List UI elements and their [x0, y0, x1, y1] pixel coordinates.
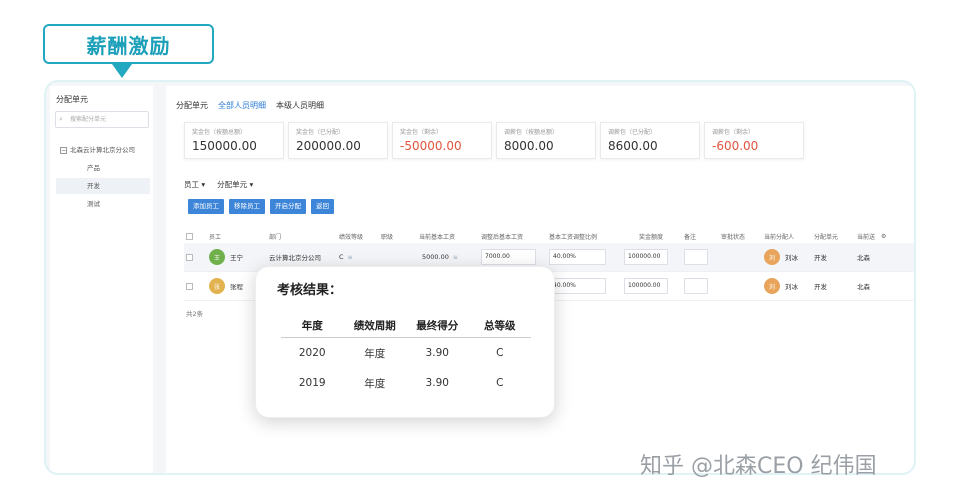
card-value: 8600.00	[608, 139, 658, 153]
avatar: 王	[209, 249, 225, 265]
card-label: 奖金包（已分配）	[296, 129, 345, 136]
search-icon: ⌕	[59, 115, 63, 123]
sidebar: 分配单元 ⌕ 搜索配分单元 − 北森云计算北京分公司 产品 开发 测试	[50, 86, 153, 473]
card-value: -600.00	[712, 139, 759, 153]
avatar: 刘	[764, 278, 780, 294]
tab-allocation-units[interactable]: 分配单元	[176, 100, 208, 111]
summary-card: 调薪包（剩余） -600.00	[704, 122, 804, 159]
appraisal-row: 2019 年度 3.90 C	[281, 368, 531, 398]
filter-bar: 员工 ▾ 分配单元 ▾	[184, 179, 253, 190]
watermark: 知乎 @北森CEO 纪伟国	[640, 454, 877, 479]
action-buttons: 添加员工 移除员工 开启分配 返回	[188, 199, 334, 214]
assignee-name: 刘冰	[785, 283, 798, 291]
year: 2020	[298, 347, 326, 359]
summary-card: 调薪包（已分配） 8600.00	[600, 122, 700, 159]
appraisal-table-header: 年度 绩效周期 最终得分 总等级	[281, 314, 531, 338]
avatar: 张	[209, 278, 225, 294]
banner-pointer	[112, 64, 132, 78]
card-label: 奖金包（按额总额）	[192, 129, 247, 136]
col-period: 绩效周期	[353, 320, 396, 332]
summary-card: 奖金包（已分配） 200000.00	[288, 122, 388, 159]
destination: 北森	[857, 254, 870, 262]
current-salary: 5000.00	[422, 253, 449, 261]
grade: C	[339, 253, 344, 261]
search-placeholder: 搜索配分单元	[70, 116, 107, 123]
adjust-ratio-input[interactable]: 40.00%	[549, 278, 606, 294]
banner-title: 薪酬激励	[86, 33, 171, 58]
col-final-score: 最终得分	[416, 320, 459, 332]
summary-card: 调薪包（按额总额） 8000.00	[496, 122, 596, 159]
remarks-input[interactable]	[684, 249, 708, 265]
tree-item-test[interactable]: 测试	[56, 196, 150, 212]
tree-root-node[interactable]: − 北森云计算北京分公司	[60, 144, 135, 154]
overall-grade: C	[496, 377, 504, 389]
summary-cards: 奖金包（按额总额） 150000.00 奖金包（已分配） 200000.00 奖…	[184, 122, 804, 159]
unit-filter-dropdown[interactable]: 分配单元 ▾	[217, 179, 253, 190]
adjusted-salary-input[interactable]: 7000.00	[481, 249, 536, 265]
tab-all-staff[interactable]: 全部人员明细	[218, 100, 266, 111]
allocation-unit: 开发	[814, 283, 827, 291]
detail-icon[interactable]: ≡	[453, 254, 458, 261]
sidebar-search-input[interactable]: ⌕ 搜索配分单元	[55, 111, 149, 128]
tree-item-dev[interactable]: 开发	[56, 178, 150, 194]
final-score: 3.90	[425, 347, 449, 359]
remarks-input[interactable]	[684, 278, 708, 294]
popup-title: 考核结果：	[277, 283, 343, 298]
allocation-unit: 开发	[814, 254, 827, 262]
employee-name: 王宁	[230, 254, 243, 262]
sidebar-title: 分配单元	[56, 95, 88, 104]
detail-icon[interactable]: ≡	[348, 254, 353, 261]
add-employee-button[interactable]: 添加员工	[188, 199, 224, 214]
period: 年度	[364, 347, 386, 360]
card-value: 150000.00	[192, 139, 257, 153]
avatar: 刘	[764, 249, 780, 265]
col-year: 年度	[301, 320, 323, 332]
section-title-banner: 薪酬激励	[43, 24, 214, 64]
card-label: 奖金包（剩余）	[400, 129, 443, 136]
table-total-count: 共2条	[186, 310, 204, 318]
back-button[interactable]: 返回	[311, 199, 334, 214]
card-label: 调薪包（剩余）	[712, 129, 755, 136]
employee-name: 张程	[230, 283, 243, 291]
tree-root-label: 北森云计算北京分公司	[70, 146, 135, 154]
appraisal-row: 2020 年度 3.90 C	[281, 338, 531, 368]
final-score: 3.90	[425, 377, 449, 389]
tree-item-product[interactable]: 产品	[56, 160, 150, 176]
card-label: 调薪包（已分配）	[608, 129, 657, 136]
appraisal-result-popup: 考核结果： 年度 绩效周期 最终得分 总等级 2020 年度 3.90 C 20…	[255, 266, 555, 418]
adjust-ratio-input[interactable]: 40.00%	[549, 249, 606, 265]
col-overall-grade: 总等级	[484, 320, 516, 332]
summary-card: 奖金包（剩余） -50000.00	[392, 122, 492, 159]
bonus-input[interactable]: 100000.00	[624, 278, 668, 294]
bonus-input[interactable]: 100000.00	[624, 249, 668, 265]
period: 年度	[364, 377, 386, 390]
appraisal-table: 年度 绩效周期 最终得分 总等级 2020 年度 3.90 C 2019 年度 …	[281, 314, 531, 398]
row-checkbox[interactable]	[186, 282, 193, 290]
tab-current-level-staff[interactable]: 本级人员明细	[276, 100, 324, 111]
destination: 北森	[857, 283, 870, 291]
summary-card: 奖金包（按额总额） 150000.00	[184, 122, 284, 159]
assignee-name: 刘冰	[785, 254, 798, 262]
year: 2019	[298, 377, 326, 389]
employee-filter-dropdown[interactable]: 员工 ▾	[184, 179, 205, 190]
card-value: 8000.00	[504, 139, 554, 153]
collapse-icon[interactable]: −	[60, 146, 67, 154]
card-value: 200000.00	[296, 139, 361, 153]
start-allocation-button[interactable]: 开启分配	[270, 199, 306, 214]
row-checkbox[interactable]	[186, 253, 193, 261]
overall-grade: C	[496, 347, 504, 359]
remove-employee-button[interactable]: 移除员工	[229, 199, 265, 214]
select-all-checkbox[interactable]	[186, 232, 193, 240]
tab-bar: 分配单元 全部人员明细 本级人员明细	[176, 100, 324, 111]
card-value: -50000.00	[400, 139, 462, 153]
card-label: 调薪包（按额总额）	[504, 129, 559, 136]
